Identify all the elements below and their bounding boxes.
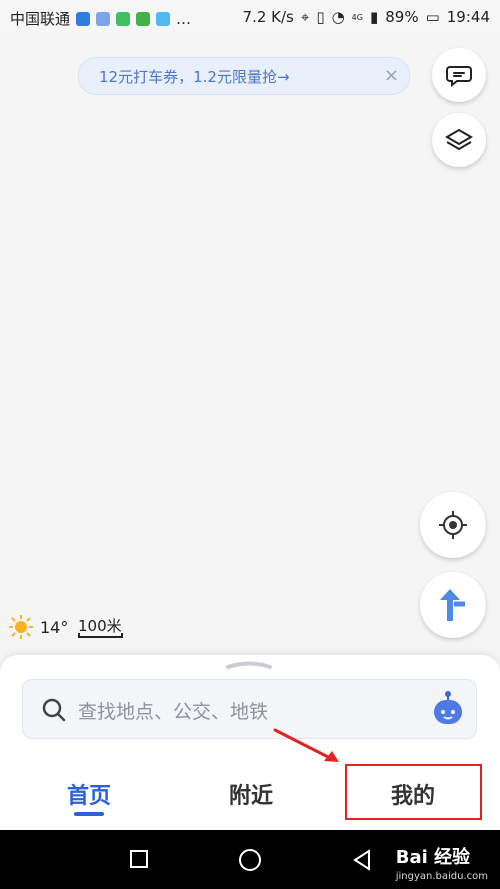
- network-speed: 7.2 K/s: [242, 8, 294, 26]
- sync-icon: [156, 11, 171, 26]
- promo-banner[interactable]: 12元打车券，1.2元限量抢→ ×: [78, 57, 410, 95]
- play-icon: [116, 11, 131, 26]
- baidu-paw-icon: [96, 11, 111, 26]
- back-icon[interactable]: [350, 848, 374, 872]
- feedback-button[interactable]: [432, 48, 486, 102]
- close-icon[interactable]: ×: [384, 65, 399, 86]
- watermark-title: Bai 经验: [395, 847, 471, 868]
- vibrate-icon: ▯: [316, 8, 325, 26]
- tab-nearby[interactable]: 附近: [229, 778, 273, 810]
- sun-icon: [9, 615, 33, 639]
- layers-icon: [445, 128, 473, 151]
- bottom-panel: 查找地点、公交、地铁 首页 附近 我的: [0, 655, 500, 830]
- navigation-button[interactable]: [420, 572, 486, 638]
- status-left: 中国联通 …: [10, 8, 191, 29]
- weather-widget[interactable]: 14°: [8, 614, 68, 640]
- panel-handle-icon[interactable]: [226, 661, 272, 669]
- more-notifications-icon: …: [176, 9, 192, 28]
- temperature-label: 14°: [40, 617, 69, 637]
- watermark-url: jingyan.baidu.com: [395, 871, 488, 882]
- annotation-arrow-icon: [273, 728, 339, 762]
- message-app-icon: [136, 11, 151, 26]
- route-arrow-icon: [440, 589, 465, 621]
- wifi-icon: ◔: [331, 8, 345, 26]
- search-placeholder: 查找地点、公交、地铁: [78, 701, 269, 723]
- active-tab-indicator: [74, 812, 104, 816]
- recent-apps-icon[interactable]: [128, 848, 150, 870]
- crosshair-icon: [439, 511, 467, 539]
- signal-icon: ▮: [369, 8, 379, 26]
- battery-icon: ▭: [425, 8, 440, 26]
- layers-button[interactable]: [432, 113, 486, 167]
- search-icon: [42, 698, 66, 722]
- signal-type: 4G: [351, 12, 363, 22]
- annotation-highlight-box: [345, 764, 482, 820]
- android-navigation-bar: Bai 经验 jingyan.baidu.com: [0, 830, 500, 889]
- notification-app-icon: [76, 11, 91, 26]
- battery-percentage: 89%: [385, 8, 419, 26]
- tab-home[interactable]: 首页: [67, 778, 111, 810]
- baidu-jingyan-watermark: Bai 经验 jingyan.baidu.com: [396, 843, 488, 882]
- home-icon[interactable]: [238, 848, 262, 872]
- status-time: 19:44: [446, 8, 490, 26]
- carrier-label: 中国联通: [10, 10, 71, 28]
- voice-assistant-robot-icon[interactable]: [429, 688, 467, 728]
- search-input[interactable]: 查找地点、公交、地铁: [22, 679, 477, 739]
- status-right: 7.2 K/s ⌖ ▯ ◔ 4G ▮ 89% ▭ 19:44: [243, 8, 490, 26]
- chat-bubble-icon: [446, 66, 472, 88]
- locate-button[interactable]: [420, 492, 486, 558]
- map-scale-bar: [78, 633, 123, 638]
- location-icon: ⌖: [300, 8, 310, 26]
- promo-text: 12元打车券，1.2元限量抢→: [99, 68, 290, 86]
- status-bar: 中国联通 … 7.2 K/s ⌖ ▯ ◔ 4G ▮ 89% ▭ 19:44: [0, 0, 500, 34]
